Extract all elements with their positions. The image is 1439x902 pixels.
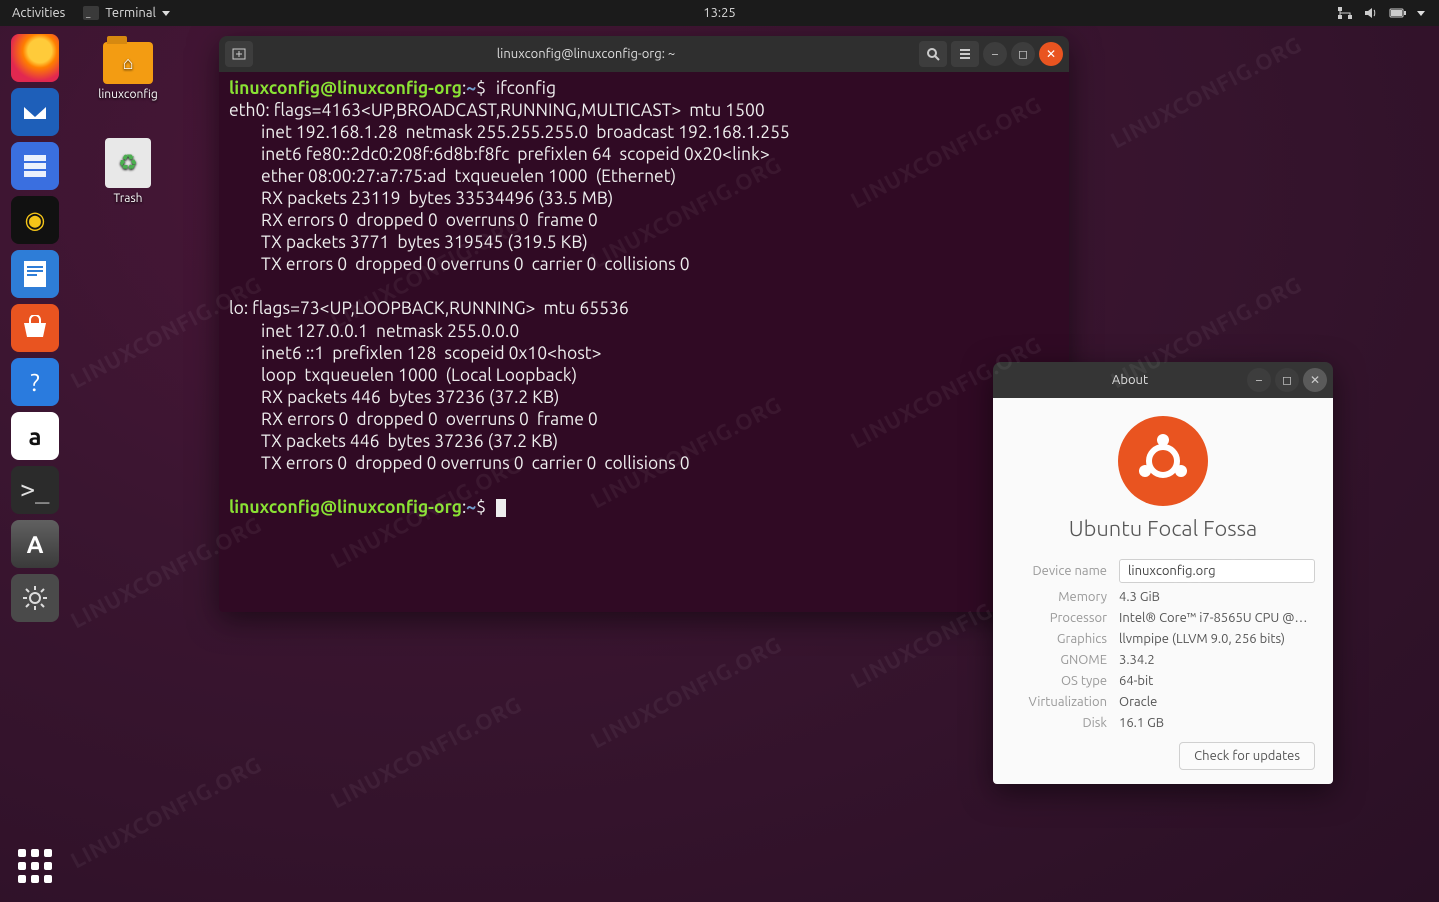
- search-button[interactable]: [919, 41, 947, 67]
- terminal-window: linuxconfig@linuxconfig-org: ~ – ◻ ✕ lin…: [219, 36, 1069, 612]
- svg-text:_: _: [85, 8, 91, 18]
- top-panel: Activities _ Terminal 13:25: [0, 0, 1439, 26]
- volume-icon[interactable]: [1363, 6, 1379, 20]
- about-title: About: [993, 373, 1247, 387]
- network-icon[interactable]: [1337, 6, 1353, 20]
- graphics-label: Graphics: [1011, 632, 1107, 646]
- terminal-launcher[interactable]: >_: [11, 466, 59, 514]
- new-tab-button[interactable]: [225, 41, 253, 67]
- virtualization-value: Oracle: [1119, 695, 1315, 709]
- libreoffice-writer-launcher[interactable]: [11, 250, 59, 298]
- show-applications-button[interactable]: [11, 842, 59, 890]
- hamburger-menu-button[interactable]: [951, 41, 979, 67]
- prompt-path: ~: [466, 79, 476, 98]
- terminal-command: ifconfig: [496, 79, 556, 98]
- virtualization-label: Virtualization: [1011, 695, 1107, 709]
- activities-button[interactable]: Activities: [12, 6, 65, 20]
- processor-value: Intel® Core™ i7-8565U CPU @…: [1119, 611, 1315, 625]
- device-name-label: Device name: [1011, 564, 1107, 578]
- prompt-path-2: ~: [466, 498, 476, 517]
- gnome-value: 3.34.2: [1119, 653, 1315, 667]
- maximize-button[interactable]: ◻: [1011, 42, 1035, 66]
- amazon-launcher[interactable]: a: [11, 412, 59, 460]
- minimize-button[interactable]: –: [983, 42, 1007, 66]
- about-os-name: Ubuntu Focal Fossa: [1011, 516, 1315, 541]
- about-titlebar[interactable]: About – ◻ ✕: [993, 362, 1333, 398]
- terminal-cursor: [496, 499, 506, 517]
- about-window: About – ◻ ✕ Ubuntu Focal Fossa Device na…: [993, 362, 1333, 784]
- terminal-output: eth0: flags=4163<UP,BROADCAST,RUNNING,MU…: [229, 101, 790, 473]
- gnome-label: GNOME: [1011, 653, 1107, 667]
- ubuntu-software-launcher[interactable]: [11, 304, 59, 352]
- rhythmbox-launcher[interactable]: ◉: [11, 196, 59, 244]
- ostype-label: OS type: [1011, 674, 1107, 688]
- trash-label: Trash: [92, 192, 164, 205]
- memory-value: 4.3 GiB: [1119, 590, 1315, 604]
- prompt-symbol-2: $: [476, 498, 486, 517]
- home-folder-icon[interactable]: ⌂ linuxconfig: [92, 42, 164, 101]
- memory-label: Memory: [1011, 590, 1107, 604]
- close-button[interactable]: ✕: [1039, 42, 1063, 66]
- ostype-value: 64-bit: [1119, 674, 1315, 688]
- battery-icon[interactable]: [1389, 7, 1407, 19]
- terminal-titlebar[interactable]: linuxconfig@linuxconfig-org: ~ – ◻ ✕: [219, 36, 1069, 72]
- additional-apps-launcher[interactable]: A: [11, 520, 59, 568]
- device-name-input[interactable]: [1119, 559, 1315, 583]
- prompt-symbol: $: [476, 79, 486, 98]
- firefox-launcher[interactable]: [11, 34, 59, 82]
- settings-launcher[interactable]: [11, 574, 59, 622]
- terminal-title: linuxconfig@linuxconfig-org: ~: [253, 47, 919, 61]
- files-launcher[interactable]: [11, 142, 59, 190]
- thunderbird-launcher[interactable]: [11, 88, 59, 136]
- chevron-down-icon: [162, 11, 170, 16]
- check-updates-button[interactable]: Check for updates: [1179, 742, 1315, 770]
- terminal-viewport[interactable]: linuxconfig@linuxconfig-org:~$ ifconfig …: [219, 72, 1069, 612]
- app-menu-label: Terminal: [105, 6, 156, 20]
- trash-icon[interactable]: ♻ Trash: [92, 138, 164, 205]
- disk-value: 16.1 GB: [1119, 716, 1315, 730]
- about-maximize-button[interactable]: ◻: [1275, 368, 1299, 392]
- about-body: Ubuntu Focal Fossa Device name Memory 4.3…: [993, 398, 1333, 784]
- prompt-user-2: linuxconfig@linuxconfig-org: [229, 498, 462, 517]
- help-launcher[interactable]: ?: [11, 358, 59, 406]
- disk-label: Disk: [1011, 716, 1107, 730]
- ubuntu-logo-icon: [1118, 416, 1208, 506]
- terminal-indicator-icon: _: [83, 6, 99, 20]
- about-minimize-button[interactable]: –: [1247, 368, 1271, 392]
- processor-label: Processor: [1011, 611, 1107, 625]
- home-folder-label: linuxconfig: [92, 88, 164, 101]
- about-close-button[interactable]: ✕: [1303, 368, 1327, 392]
- home-glyph-icon: ⌂: [103, 42, 153, 84]
- dock: ◉ ? a >_ A: [0, 26, 70, 902]
- prompt-user: linuxconfig@linuxconfig-org: [229, 79, 462, 98]
- graphics-value: llvmpipe (LLVM 9.0, 256 bits): [1119, 632, 1315, 646]
- recycle-glyph-icon: ♻: [105, 138, 151, 188]
- system-menu-chevron-icon[interactable]: [1417, 11, 1425, 16]
- clock[interactable]: 13:25: [703, 6, 736, 20]
- app-menu[interactable]: _ Terminal: [83, 6, 170, 20]
